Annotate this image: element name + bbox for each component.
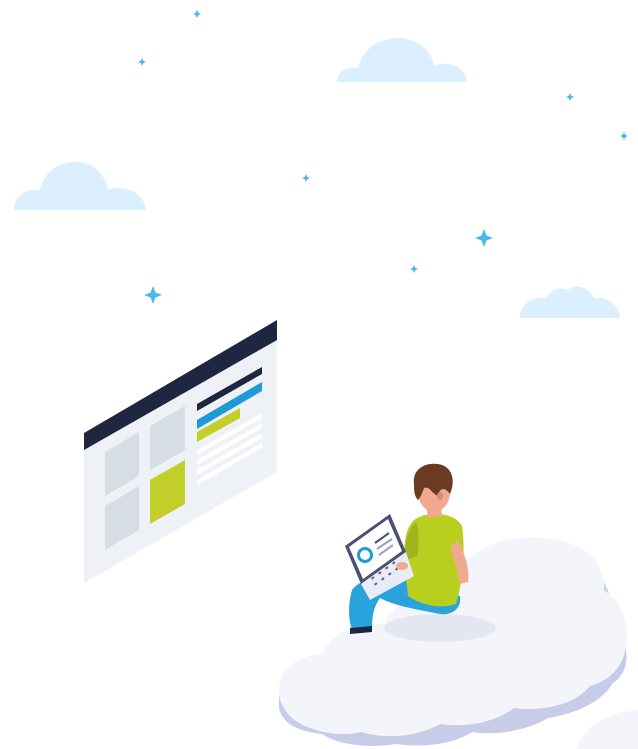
cloud-shadow [384, 614, 496, 642]
ear [437, 492, 443, 500]
illustration-scene [14, 10, 638, 749]
cloud-icon [520, 286, 620, 318]
sparkle-icon [475, 229, 493, 247]
sparkle-icon [138, 58, 146, 66]
sparkle-icon [620, 132, 628, 140]
sparkle-icon [144, 286, 162, 304]
sky-clouds [14, 38, 620, 318]
sparkle-icon [566, 93, 574, 101]
corner-cloud [576, 710, 638, 749]
shirt-sleeve [405, 522, 419, 560]
sparkle-icon [302, 174, 310, 182]
sparkle-icon [193, 10, 201, 18]
cloud-icon [337, 38, 467, 82]
cloud-icon [14, 162, 146, 210]
hand [396, 562, 408, 570]
sparkle-icon [410, 265, 418, 273]
web-page-illustration [84, 320, 277, 583]
